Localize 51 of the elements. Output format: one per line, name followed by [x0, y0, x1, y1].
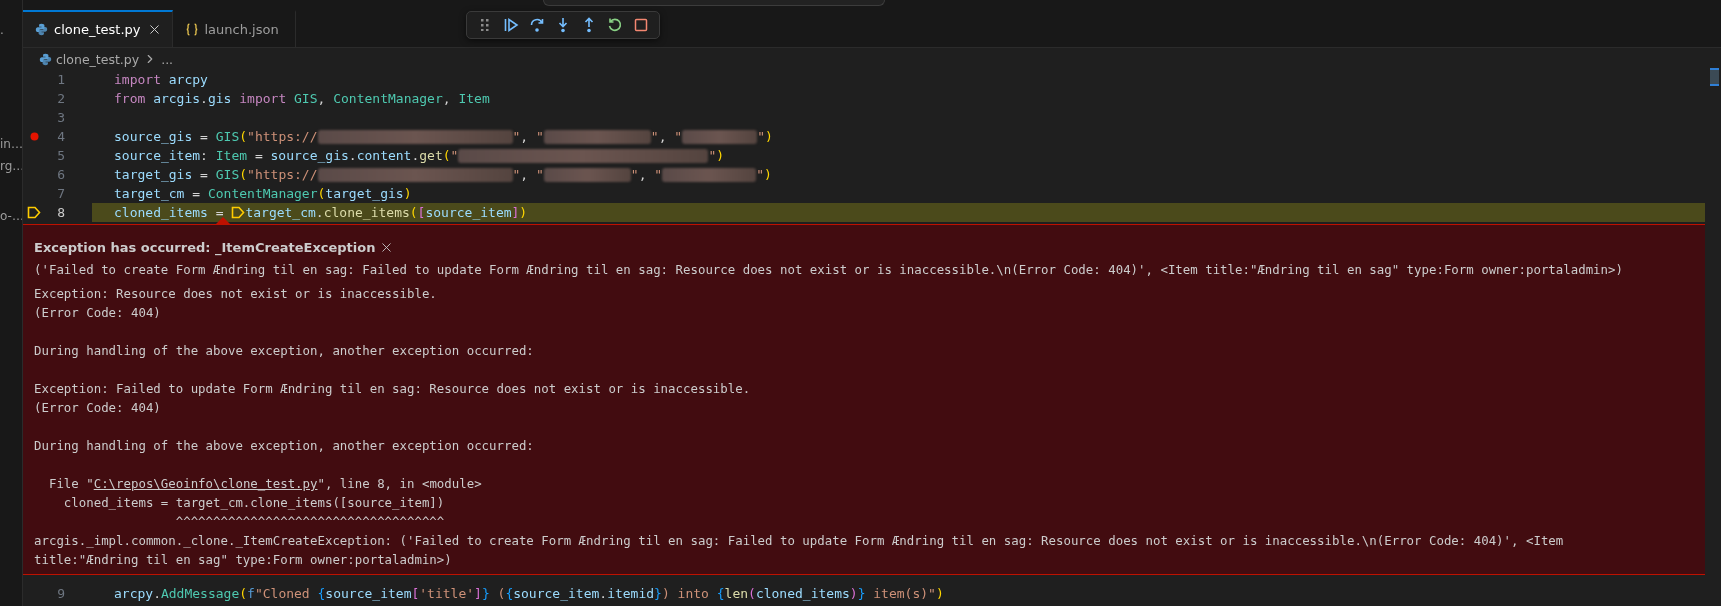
line-number: 1	[56, 72, 65, 87]
traceback-text: File "	[47, 476, 94, 491]
line-number: 6	[56, 167, 65, 182]
traceback-line: ^^^^^^^^^^^^^^^^^^^^^^^^^^^^^^^^^^^^	[174, 513, 446, 531]
code-text: from arcgis.gis import GIS, ContentManager, Item	[114, 91, 490, 106]
traceback-line: During handling of the above exception, another exception occurred:	[34, 342, 535, 360]
code-text: target_cm = ContentManager(target_gis)	[114, 186, 412, 201]
sidebar-item[interactable]: ·	[0, 26, 22, 42]
sidebar-item[interactable]: o-…	[0, 208, 22, 224]
file-link[interactable]: C:\repos\Geoinfo\clone_test.py	[93, 476, 318, 491]
line-number: 3	[56, 110, 65, 125]
code-text: import arcpy	[114, 72, 208, 87]
code-text: cloned_items = target_cm.clone_items([source_item])	[114, 205, 528, 220]
line-number: 9	[56, 586, 65, 601]
stack-frame-arrow-icon	[27, 206, 41, 219]
traceback-line: (Error Code: 404)	[34, 304, 162, 322]
step-over-icon[interactable]	[529, 17, 545, 33]
python-file-icon	[39, 52, 52, 66]
continue-icon[interactable]	[503, 17, 519, 33]
traceback-line: (Error Code: 404)	[34, 399, 162, 417]
traceback-line: During handling of the above exception, another exception occurred:	[34, 437, 535, 455]
code-text: target_gis = GIS("https:// ", " ", " ")	[114, 167, 772, 182]
minimap-drawing	[1710, 68, 1719, 86]
sidebar-item[interactable]: in…	[0, 136, 22, 152]
breadcrumb-item[interactable]: clone_test.py	[56, 51, 140, 67]
line-number: 7	[56, 186, 65, 201]
braces-icon	[184, 23, 199, 36]
traceback-line: Exception: Resource does not exist or is inaccessible.	[34, 285, 438, 303]
exception-message: ('Failed to create Form Ændring til en sag: Failed to update Form Ændring til en sag: Resource does not exist or is inaccessible.\n(Error Code: 404)', <Item title:"Ændring til en sag" type:Form owner:portaladmin>)	[34, 261, 1624, 279]
code-text: arcpy.AddMessage(f"Cloned {source_item['title']} ({source_item.itemid}) into {len(cloned_items)} item(s)")	[114, 586, 944, 601]
traceback-line: arcgis._impl.common._clone._ItemCreateException: ('Failed to create Form Ændring til en sag: Failed to update Form Ændring til en sag: Resource does not exist or is inaccessible.\n(Error Code: 404)', <Item	[34, 532, 1565, 550]
breakpoint-dot-icon[interactable]	[29, 132, 39, 141]
gripper-icon[interactable]	[481, 19, 489, 31]
traceback-line: title:"Ændring til en sag" type:Form owner:portaladmin>)	[34, 551, 453, 569]
python-file-icon	[35, 23, 48, 36]
code-text: source_gis = GIS("https:// ", " ", " ")	[114, 129, 773, 144]
sidebar-item[interactable]: rg…	[0, 158, 22, 174]
code-text: source_item: Item = source_gis.content.get(" ")	[114, 148, 725, 163]
line-number: 5	[56, 148, 65, 163]
stop-icon[interactable]	[633, 17, 649, 33]
breadcrumb-item[interactable]: ...	[161, 51, 174, 67]
editor-tab[interactable]: clone_test.py	[23, 10, 173, 47]
line-number: 4	[56, 129, 65, 144]
restart-icon[interactable]	[607, 17, 623, 33]
traceback-text: ", line 8, in <module>	[317, 476, 482, 491]
line-number: 8	[56, 205, 65, 220]
inline-stack-frame-icon	[231, 206, 246, 219]
line-number: 2	[56, 91, 65, 106]
traceback-line: cloned_items = target_cm.clone_items([source_item])	[62, 494, 446, 512]
exception-title: Exception has occurred: _ItemCreateException	[34, 239, 376, 255]
traceback-line: Exception: Failed to update Form Ændring til en sag: Resource does not exist or is inaccessible.	[34, 380, 752, 398]
